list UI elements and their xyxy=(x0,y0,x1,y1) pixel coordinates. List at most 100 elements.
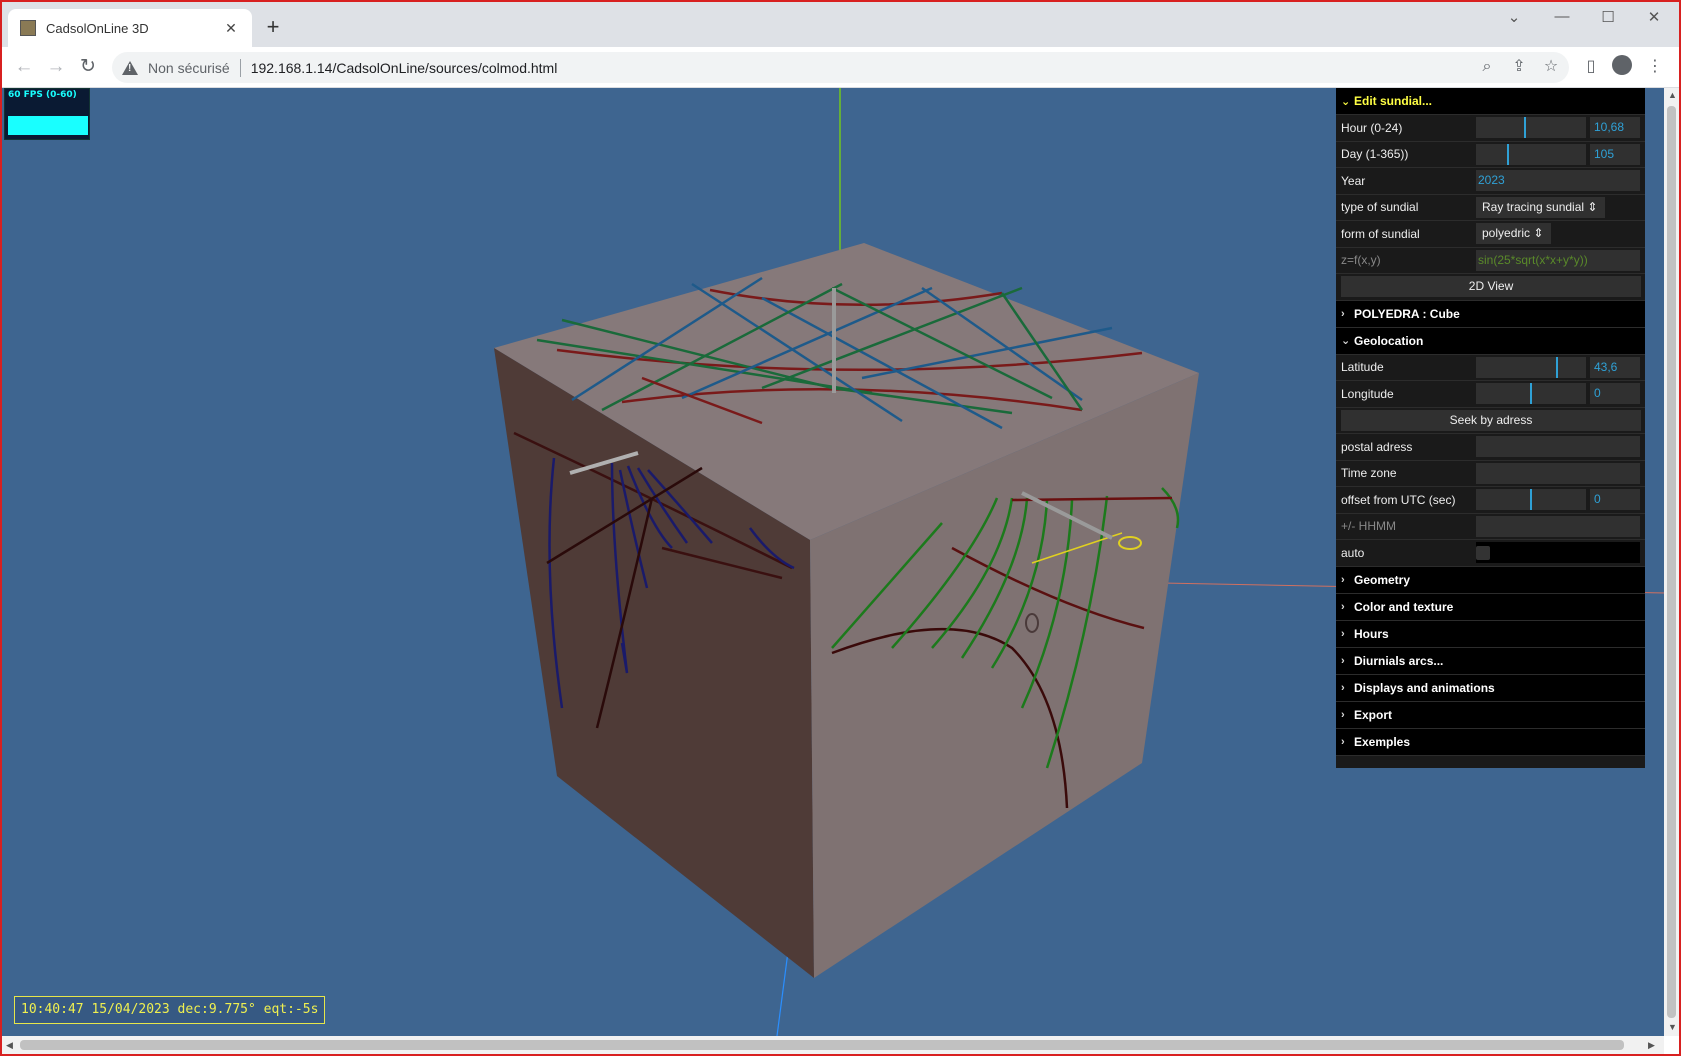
hhmm-label: +/- HHMM xyxy=(1341,519,1396,534)
day-slider[interactable] xyxy=(1476,143,1586,165)
vertical-scrollbar[interactable]: ▲ ▼ xyxy=(1664,88,1679,1036)
kebab-menu-icon[interactable]: ⋮ xyxy=(1643,55,1667,79)
scroll-right-icon[interactable]: ▶ xyxy=(1648,1040,1655,1051)
fps-bar xyxy=(8,116,88,135)
folder-polyedra[interactable]: › POLYEDRA : Cube xyxy=(1336,300,1645,328)
offset-slider-knob[interactable] xyxy=(1530,489,1532,511)
fps-meter[interactable]: 60 FPS (0-60) xyxy=(4,88,90,140)
scroll-left-icon[interactable]: ◀ xyxy=(6,1040,13,1051)
chevron-right-icon: › xyxy=(1341,681,1345,694)
chevron-down-icon: ⌄ xyxy=(1341,335,1351,347)
back-arrow-icon[interactable]: ← xyxy=(12,55,36,79)
url-text[interactable]: 192.168.1.14/CadsolOnLine/sources/colmod… xyxy=(251,60,558,76)
offset-label: offset from UTC (sec) xyxy=(1341,492,1456,507)
bookmark-star-icon[interactable]: ☆ xyxy=(1539,55,1563,79)
browser-tab[interactable]: CadsolOnLine 3D ✕ xyxy=(8,9,252,47)
postal-label: postal adress xyxy=(1341,439,1413,454)
seek-button-row: Seek by adress xyxy=(1336,407,1645,434)
scroll-down-icon[interactable]: ▼ xyxy=(1668,1022,1677,1032)
warning-icon[interactable] xyxy=(122,60,138,75)
close-window-icon[interactable]: ✕ xyxy=(1644,8,1664,26)
hhmm-input[interactable] xyxy=(1476,515,1640,537)
not-secure-label[interactable]: Non sécurisé xyxy=(148,60,230,76)
year-input[interactable]: 2023 xyxy=(1476,170,1640,192)
folder-label: Export xyxy=(1354,707,1393,722)
new-tab-button[interactable]: + xyxy=(262,14,284,40)
share-icon[interactable]: ⇪ xyxy=(1507,55,1531,79)
year-label: Year xyxy=(1341,173,1366,188)
folder-hours[interactable]: › Hours xyxy=(1336,620,1645,648)
latitude-control: Latitude 43,6 xyxy=(1336,354,1645,381)
folder-diurnal-arcs[interactable]: › Diurnials arcs... xyxy=(1336,647,1645,675)
seek-by-address-button[interactable]: Seek by adress xyxy=(1341,409,1641,431)
profile-icon[interactable] xyxy=(1612,55,1632,75)
hour-input[interactable]: 10,68 xyxy=(1590,117,1640,139)
form-select[interactable]: polyedric ⇕ xyxy=(1476,223,1552,245)
folder-label: Hours xyxy=(1354,626,1389,641)
folder-label: Displays and animations xyxy=(1354,680,1495,695)
chevron-down-icon: ⌄ xyxy=(1341,95,1351,108)
latitude-slider[interactable] xyxy=(1476,356,1586,378)
offset-control: offset from UTC (sec) 0 xyxy=(1336,487,1645,514)
minimize-icon[interactable]: — xyxy=(1552,8,1572,25)
address-bar: ← → ↻ Non sécurisé 192.168.1.14/CadsolOn… xyxy=(0,47,1681,88)
horizontal-scroll-thumb[interactable] xyxy=(20,1040,1624,1050)
year-control: Year 2023 xyxy=(1336,168,1645,195)
longitude-input[interactable]: 0 xyxy=(1590,383,1640,405)
reload-icon[interactable]: ↻ xyxy=(76,55,100,79)
horizontal-scrollbar[interactable]: ◀ ▶ xyxy=(2,1036,1664,1054)
hour-slider-knob[interactable] xyxy=(1524,117,1526,139)
tab-title: CadsolOnLine 3D xyxy=(46,20,149,36)
longitude-slider[interactable] xyxy=(1476,383,1586,405)
zf-label: z=f(x,y) xyxy=(1341,253,1381,268)
tab-search-chevron-icon[interactable]: ⌄ xyxy=(1504,8,1524,26)
longitude-slider-knob[interactable] xyxy=(1530,383,1532,405)
type-select[interactable]: Ray tracing sundial ⇕ xyxy=(1476,196,1606,218)
latitude-input[interactable]: 43,6 xyxy=(1590,356,1640,378)
zoom-icon[interactable]: ⌕ xyxy=(1475,55,1499,79)
form-label: form of sundial xyxy=(1341,226,1420,241)
auto-checkbox-area[interactable] xyxy=(1476,542,1640,564)
folder-displays-animations[interactable]: › Displays and animations xyxy=(1336,674,1645,702)
day-input[interactable]: 105 xyxy=(1590,143,1640,165)
day-label: Day (1-365)) xyxy=(1341,147,1409,162)
folder-geolocation[interactable]: ⌄ Geolocation xyxy=(1336,327,1645,355)
form-control: form of sundial polyedric ⇕ xyxy=(1336,221,1645,248)
control-panel: ⌄ Edit sundial... Hour (0-24) 10,68 Day … xyxy=(1336,88,1645,768)
folder-color-texture[interactable]: › Color and texture xyxy=(1336,593,1645,621)
offset-slider[interactable] xyxy=(1476,489,1586,511)
day-slider-knob[interactable] xyxy=(1507,143,1509,165)
latitude-slider-knob[interactable] xyxy=(1556,356,1558,378)
select-arrows-icon: ⇕ xyxy=(1587,199,1598,214)
folder-edit-sundial[interactable]: ⌄ Edit sundial... xyxy=(1336,88,1645,115)
offset-input[interactable]: 0 xyxy=(1590,489,1640,511)
folder-geometry[interactable]: › Geometry xyxy=(1336,566,1645,594)
latitude-label: Latitude xyxy=(1341,360,1384,375)
folder-exemples[interactable]: › Exemples xyxy=(1336,728,1645,756)
chevron-right-icon: › xyxy=(1341,627,1345,640)
auto-checkbox[interactable] xyxy=(1476,546,1490,561)
2d-view-button[interactable]: 2D View xyxy=(1341,276,1641,298)
folder-export[interactable]: › Export xyxy=(1336,701,1645,729)
folder-label: POLYEDRA : Cube xyxy=(1354,306,1460,321)
timezone-input[interactable] xyxy=(1476,462,1640,484)
type-control: type of sundial Ray tracing sundial ⇕ xyxy=(1336,194,1645,221)
tab-close-icon[interactable]: ✕ xyxy=(222,20,240,37)
side-panel-icon[interactable]: ▯ xyxy=(1579,55,1603,79)
tab-favicon-icon xyxy=(20,20,36,36)
chevron-right-icon: › xyxy=(1341,735,1345,748)
omnibox-separator xyxy=(239,58,241,77)
postal-input[interactable] xyxy=(1476,436,1640,458)
hhmm-control: +/- HHMM xyxy=(1336,513,1645,540)
folder-label: Diurnials arcs... xyxy=(1354,653,1444,668)
forward-arrow-icon[interactable]: → xyxy=(44,55,68,79)
auto-label: auto xyxy=(1341,545,1365,560)
scroll-up-icon[interactable]: ▲ xyxy=(1668,90,1677,100)
maximize-icon[interactable]: ☐ xyxy=(1598,8,1618,26)
timezone-label: Time zone xyxy=(1341,466,1397,481)
hour-slider[interactable] xyxy=(1476,117,1586,139)
vertical-scroll-thumb[interactable] xyxy=(1667,106,1676,1018)
omnibox[interactable]: Non sécurisé 192.168.1.14/CadsolOnLine/s… xyxy=(112,52,1569,83)
zf-input[interactable]: sin(25*sqrt(x*x+y*y)) xyxy=(1476,249,1640,271)
day-control: Day (1-365)) 105 xyxy=(1336,141,1645,168)
